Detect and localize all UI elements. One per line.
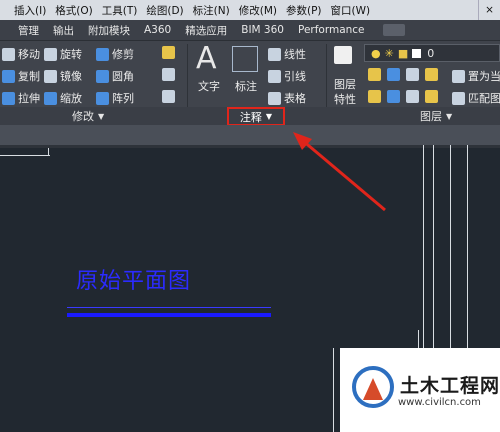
watermark-title: 土木工程网 xyxy=(400,375,500,397)
watermark-url: www.civilcn.com xyxy=(398,397,481,408)
civilcn-logo-icon xyxy=(352,366,394,408)
